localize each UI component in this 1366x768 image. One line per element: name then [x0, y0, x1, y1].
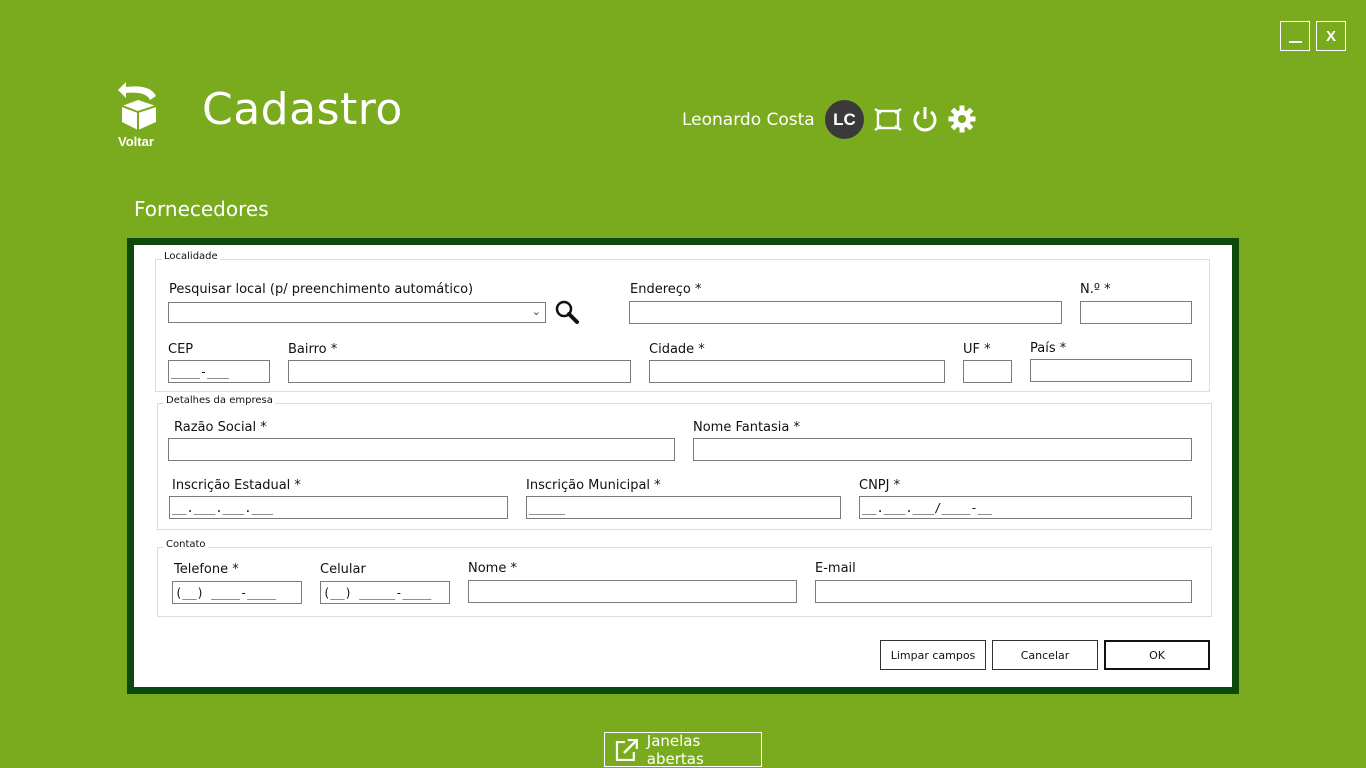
- close-button[interactable]: X: [1316, 21, 1346, 51]
- nome-contato-label: Nome *: [468, 561, 517, 576]
- celular-label: Celular: [320, 562, 366, 577]
- avatar[interactable]: LC: [825, 100, 864, 139]
- cep-label: CEP: [168, 342, 194, 357]
- group-empresa: Detalhes da empresa Razão Social * Nome …: [157, 395, 1212, 530]
- nome-fantasia-input[interactable]: [693, 438, 1192, 461]
- fullscreen-icon[interactable]: [873, 104, 903, 134]
- inscricao-municipal-label: Inscrição Municipal *: [526, 478, 661, 493]
- minimize-icon: [1288, 41, 1302, 43]
- razao-social-label: Razão Social *: [174, 420, 267, 435]
- cnpj-label: CNPJ *: [859, 478, 901, 493]
- user-name: Leonardo Costa: [682, 110, 815, 130]
- back-label[interactable]: Voltar: [118, 134, 154, 149]
- minimize-button[interactable]: [1280, 21, 1310, 51]
- back-icon: [118, 82, 157, 130]
- chevron-down-icon: ⌄: [531, 305, 541, 318]
- numero-label: N.º *: [1080, 282, 1111, 297]
- power-icon[interactable]: [910, 104, 940, 134]
- inscricao-estadual-label: Inscrição Estadual *: [172, 478, 301, 493]
- cnpj-input[interactable]: __.___.___/____-__: [859, 496, 1192, 519]
- nome-fantasia-label: Nome Fantasia *: [693, 420, 801, 435]
- pais-input[interactable]: [1030, 359, 1192, 382]
- clear-fields-button[interactable]: Limpar campos: [880, 640, 986, 670]
- section-title: Fornecedores: [134, 197, 269, 221]
- search-icon[interactable]: [554, 299, 580, 325]
- form-panel: Localidade Pesquisar local (p/ preenchim…: [127, 238, 1239, 694]
- open-windows-label: Janelas abertas: [646, 731, 704, 768]
- bairro-input[interactable]: [288, 360, 631, 383]
- telefone-label: Telefone *: [174, 562, 239, 577]
- cidade-label: Cidade *: [649, 342, 705, 357]
- cidade-input[interactable]: [649, 360, 945, 383]
- group-legend: Detalhes da empresa: [164, 395, 275, 406]
- ok-button[interactable]: OK: [1104, 640, 1210, 670]
- celular-input[interactable]: (__) _____-____: [320, 581, 450, 604]
- group-contato: Contato Telefone * (__) ____-____ Celula…: [157, 539, 1212, 617]
- group-legend: Localidade: [162, 251, 220, 262]
- page-title: Cadastro: [202, 84, 403, 135]
- email-label: E-mail: [815, 561, 856, 576]
- close-label: X: [1325, 27, 1336, 45]
- external-window-icon: [615, 738, 638, 761]
- group-localidade: Localidade Pesquisar local (p/ preenchim…: [155, 251, 1210, 392]
- search-location-label: Pesquisar local (p/ preenchimento automá…: [169, 282, 474, 297]
- endereco-label: Endereço *: [630, 282, 702, 297]
- inscricao-municipal-input[interactable]: _____: [526, 496, 841, 519]
- cep-input[interactable]: ____-___: [168, 360, 270, 383]
- cancel-button[interactable]: Cancelar: [992, 640, 1098, 670]
- telefone-input[interactable]: (__) ____-____: [172, 581, 302, 604]
- group-legend: Contato: [164, 539, 208, 550]
- uf-input[interactable]: [963, 360, 1012, 383]
- gear-icon[interactable]: [947, 104, 977, 134]
- bairro-label: Bairro *: [288, 342, 338, 357]
- razao-social-input[interactable]: [168, 438, 675, 461]
- search-location-combo[interactable]: ⌄: [168, 302, 546, 323]
- numero-input[interactable]: [1080, 301, 1192, 324]
- pais-label: País *: [1030, 341, 1067, 356]
- nome-contato-input[interactable]: [468, 580, 797, 603]
- uf-label: UF *: [963, 342, 991, 357]
- email-input[interactable]: [815, 580, 1192, 603]
- open-windows-button[interactable]: Janelas abertas: [604, 731, 762, 768]
- inscricao-estadual-input[interactable]: __.___.___.___: [169, 496, 508, 519]
- endereco-input[interactable]: [629, 301, 1062, 324]
